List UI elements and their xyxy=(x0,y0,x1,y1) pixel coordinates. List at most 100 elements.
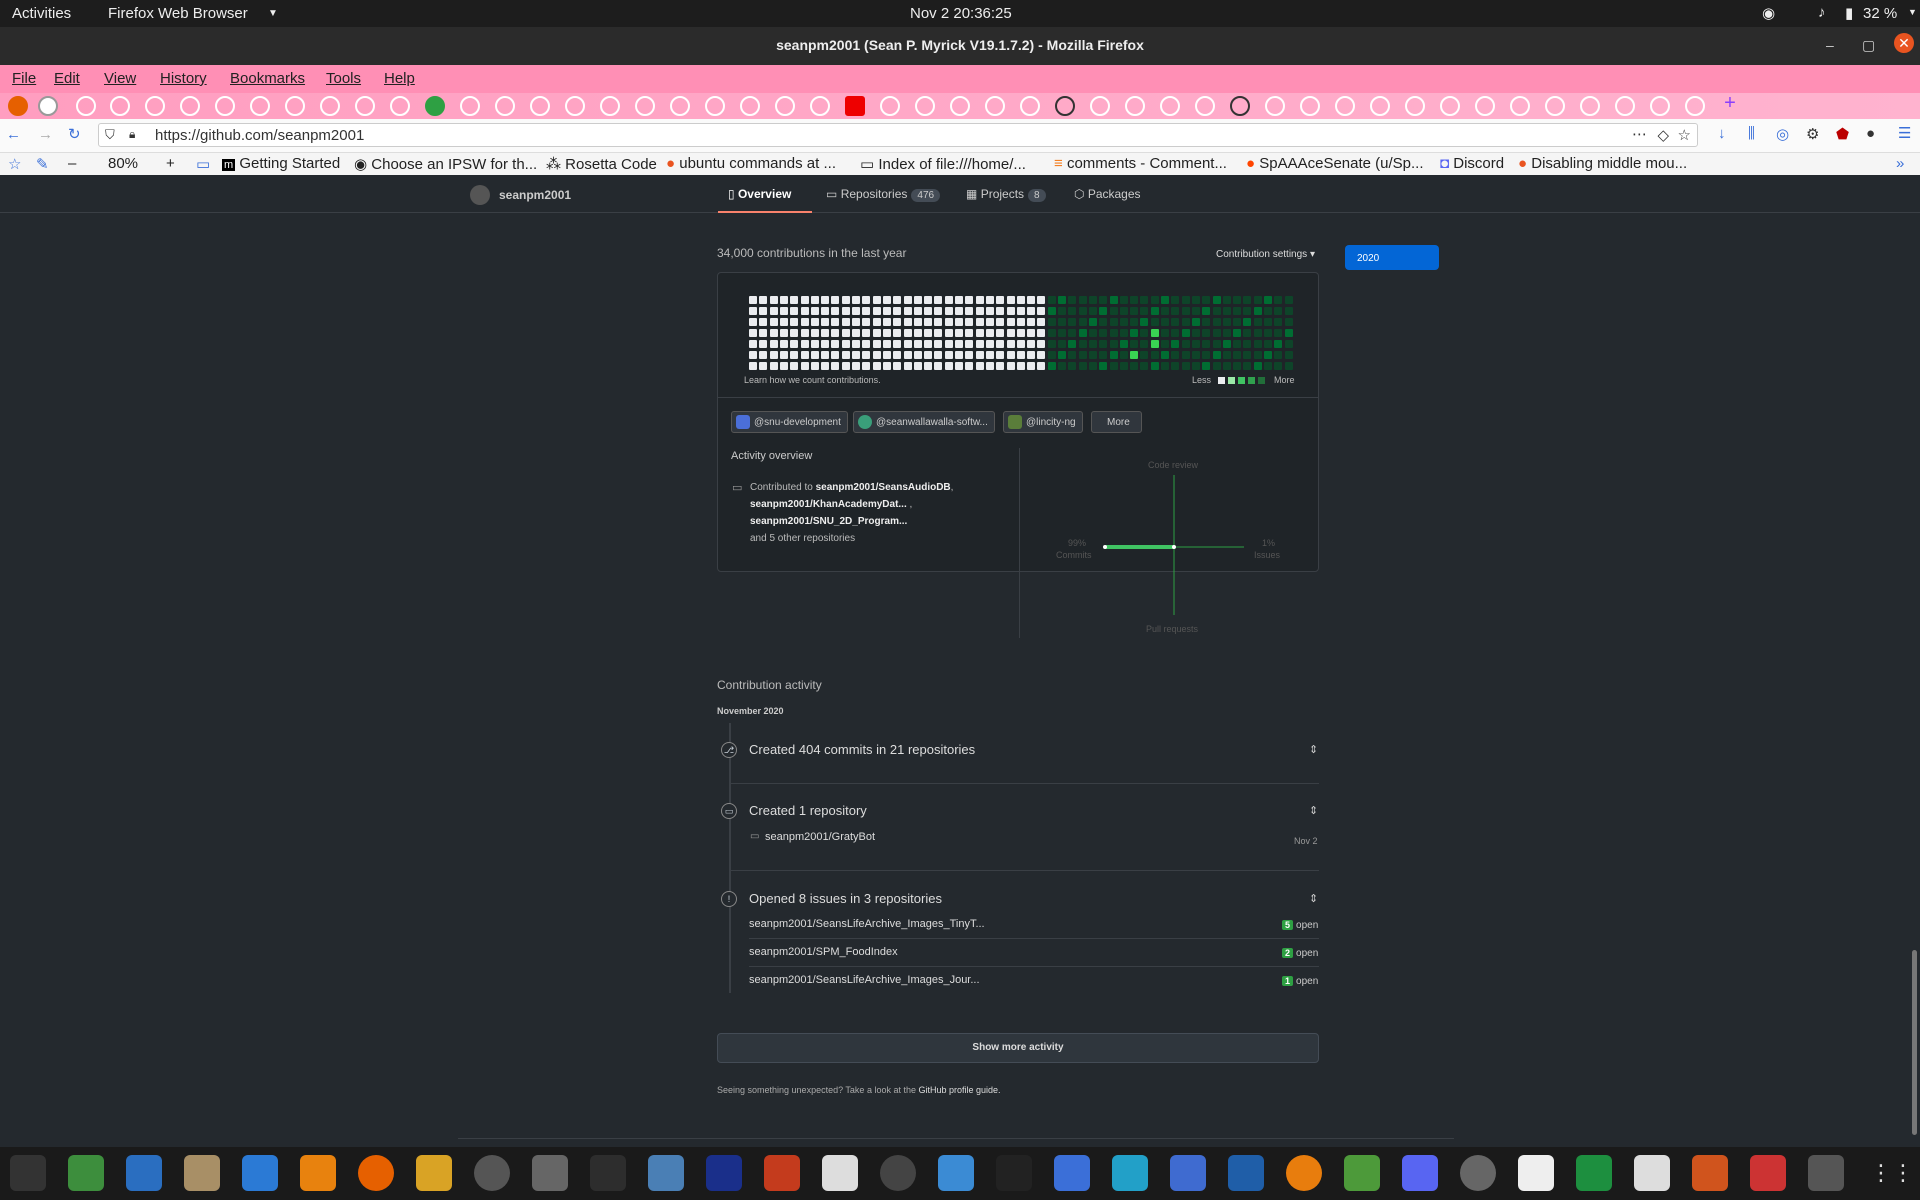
contribution-day[interactable] xyxy=(1078,329,1087,337)
contribution-day[interactable] xyxy=(1037,296,1046,304)
contribution-day[interactable] xyxy=(913,296,922,304)
contribution-day[interactable] xyxy=(1243,296,1252,304)
contribution-day[interactable] xyxy=(800,307,809,315)
contribution-day[interactable] xyxy=(975,340,984,348)
contribution-day[interactable] xyxy=(924,340,933,348)
contribution-day[interactable] xyxy=(810,340,819,348)
contribution-day[interactable] xyxy=(882,307,891,315)
tab-packages[interactable]: ⬡ Packages xyxy=(1074,187,1141,201)
tab-repositories[interactable]: ▭ Repositories 476 xyxy=(826,187,941,202)
contribution-day[interactable] xyxy=(1047,340,1056,348)
contribution-day[interactable] xyxy=(1006,307,1015,315)
contribution-day[interactable] xyxy=(1202,340,1211,348)
contribution-day[interactable] xyxy=(1006,362,1015,370)
contribution-day[interactable] xyxy=(800,340,809,348)
tab-github-icon[interactable] xyxy=(600,96,620,116)
contribution-day[interactable] xyxy=(1037,351,1046,359)
contribution-day[interactable] xyxy=(779,362,788,370)
tab-github-icon[interactable] xyxy=(880,96,900,116)
contribution-day[interactable] xyxy=(1274,340,1283,348)
more-bookmarks-icon[interactable]: » xyxy=(1896,155,1904,172)
contribution-day[interactable] xyxy=(1140,318,1149,326)
contribution-day[interactable] xyxy=(790,351,799,359)
contribution-day[interactable] xyxy=(1274,307,1283,315)
calendar-icon[interactable] xyxy=(938,1155,974,1191)
profile-username[interactable]: seanpm2001 xyxy=(499,188,571,202)
contribution-day[interactable] xyxy=(913,362,922,370)
account-icon[interactable]: ◎ xyxy=(1776,125,1789,143)
contribution-day[interactable] xyxy=(1212,340,1221,348)
contribution-day[interactable] xyxy=(1088,340,1097,348)
contribution-day[interactable] xyxy=(1284,329,1293,337)
contribution-day[interactable] xyxy=(1119,329,1128,337)
contribution-day[interactable] xyxy=(1119,307,1128,315)
contribution-day[interactable] xyxy=(1068,329,1077,337)
contribution-day[interactable] xyxy=(1161,340,1169,348)
contribution-day[interactable] xyxy=(1068,351,1077,359)
contribution-day[interactable] xyxy=(1243,318,1252,326)
bookmark-spaaacesenate[interactable]: ● SpAAAceSenate (u/Sp... xyxy=(1246,155,1424,172)
system-monitor-icon[interactable] xyxy=(10,1155,46,1191)
expand-icon[interactable]: ⇕ xyxy=(1309,804,1318,817)
contribution-day[interactable] xyxy=(769,340,778,348)
contribution-day[interactable] xyxy=(903,329,912,337)
tab-github-icon[interactable] xyxy=(775,96,795,116)
contribution-day[interactable] xyxy=(1130,329,1139,337)
contribution-day[interactable] xyxy=(841,296,850,304)
tab-github-icon[interactable] xyxy=(1650,96,1670,116)
contribution-day[interactable] xyxy=(975,318,984,326)
tab-github-icon[interactable] xyxy=(705,96,725,116)
contribution-day[interactable] xyxy=(903,318,912,326)
contribution-day[interactable] xyxy=(831,296,840,304)
vlc-icon[interactable] xyxy=(300,1155,336,1191)
contribution-day[interactable] xyxy=(1140,351,1149,359)
contribution-day[interactable] xyxy=(903,296,912,304)
contribution-day[interactable] xyxy=(975,307,984,315)
contribution-day[interactable] xyxy=(821,307,830,315)
contribution-day[interactable] xyxy=(1006,329,1015,337)
contribution-day[interactable] xyxy=(1161,318,1169,326)
contribution-day[interactable] xyxy=(862,318,871,326)
contribution-day[interactable] xyxy=(810,296,819,304)
contribution-day[interactable] xyxy=(1161,362,1169,370)
contribution-day[interactable] xyxy=(1161,307,1169,315)
contribution-day[interactable] xyxy=(1027,362,1036,370)
contribution-day[interactable] xyxy=(1264,307,1272,315)
tab-dark-icon[interactable] xyxy=(1230,96,1250,116)
home-icon[interactable]: ☆ xyxy=(8,155,21,173)
contribution-day[interactable] xyxy=(1109,318,1118,326)
todo-icon[interactable] xyxy=(1054,1155,1090,1191)
activity-commits-summary[interactable]: Created 404 commits in 21 repositories xyxy=(749,742,975,757)
contribution-day[interactable] xyxy=(996,296,1005,304)
chart-app-icon[interactable] xyxy=(822,1155,858,1191)
contribution-day[interactable] xyxy=(965,340,974,348)
software-updater-icon[interactable] xyxy=(880,1155,916,1191)
contribution-day[interactable] xyxy=(1284,296,1293,304)
contribution-day[interactable] xyxy=(1161,329,1169,337)
contribution-day[interactable] xyxy=(749,296,757,304)
issue-repo-link[interactable]: seanpm2001/SeansLifeArchive_Images_Jour.… xyxy=(749,974,980,986)
contribution-day[interactable] xyxy=(1181,296,1190,304)
contribution-day[interactable] xyxy=(790,340,799,348)
contribution-day[interactable] xyxy=(1047,329,1056,337)
page-scrollbar[interactable] xyxy=(1912,950,1917,1135)
contribution-day[interactable] xyxy=(965,329,974,337)
contribution-day[interactable] xyxy=(1150,362,1159,370)
contribution-day[interactable] xyxy=(749,351,757,359)
tab-github-icon[interactable] xyxy=(460,96,480,116)
contribution-day[interactable] xyxy=(1191,340,1200,348)
contribution-day[interactable] xyxy=(1284,362,1293,370)
contribution-day[interactable] xyxy=(882,351,891,359)
contribution-day[interactable] xyxy=(1099,318,1108,326)
contribution-day[interactable] xyxy=(810,318,819,326)
contribution-day[interactable] xyxy=(1150,329,1159,337)
contribution-day[interactable] xyxy=(944,318,953,326)
contribution-day[interactable] xyxy=(1233,296,1242,304)
expand-icon[interactable]: ⇕ xyxy=(1309,892,1318,905)
contribution-day[interactable] xyxy=(996,329,1005,337)
issue-repo-link[interactable]: seanpm2001/SeansLifeArchive_Images_TinyT… xyxy=(749,918,985,930)
contribution-day[interactable] xyxy=(1130,362,1139,370)
contribution-day[interactable] xyxy=(1058,318,1066,326)
contribution-day[interactable] xyxy=(1264,296,1272,304)
contribution-day[interactable] xyxy=(852,318,860,326)
